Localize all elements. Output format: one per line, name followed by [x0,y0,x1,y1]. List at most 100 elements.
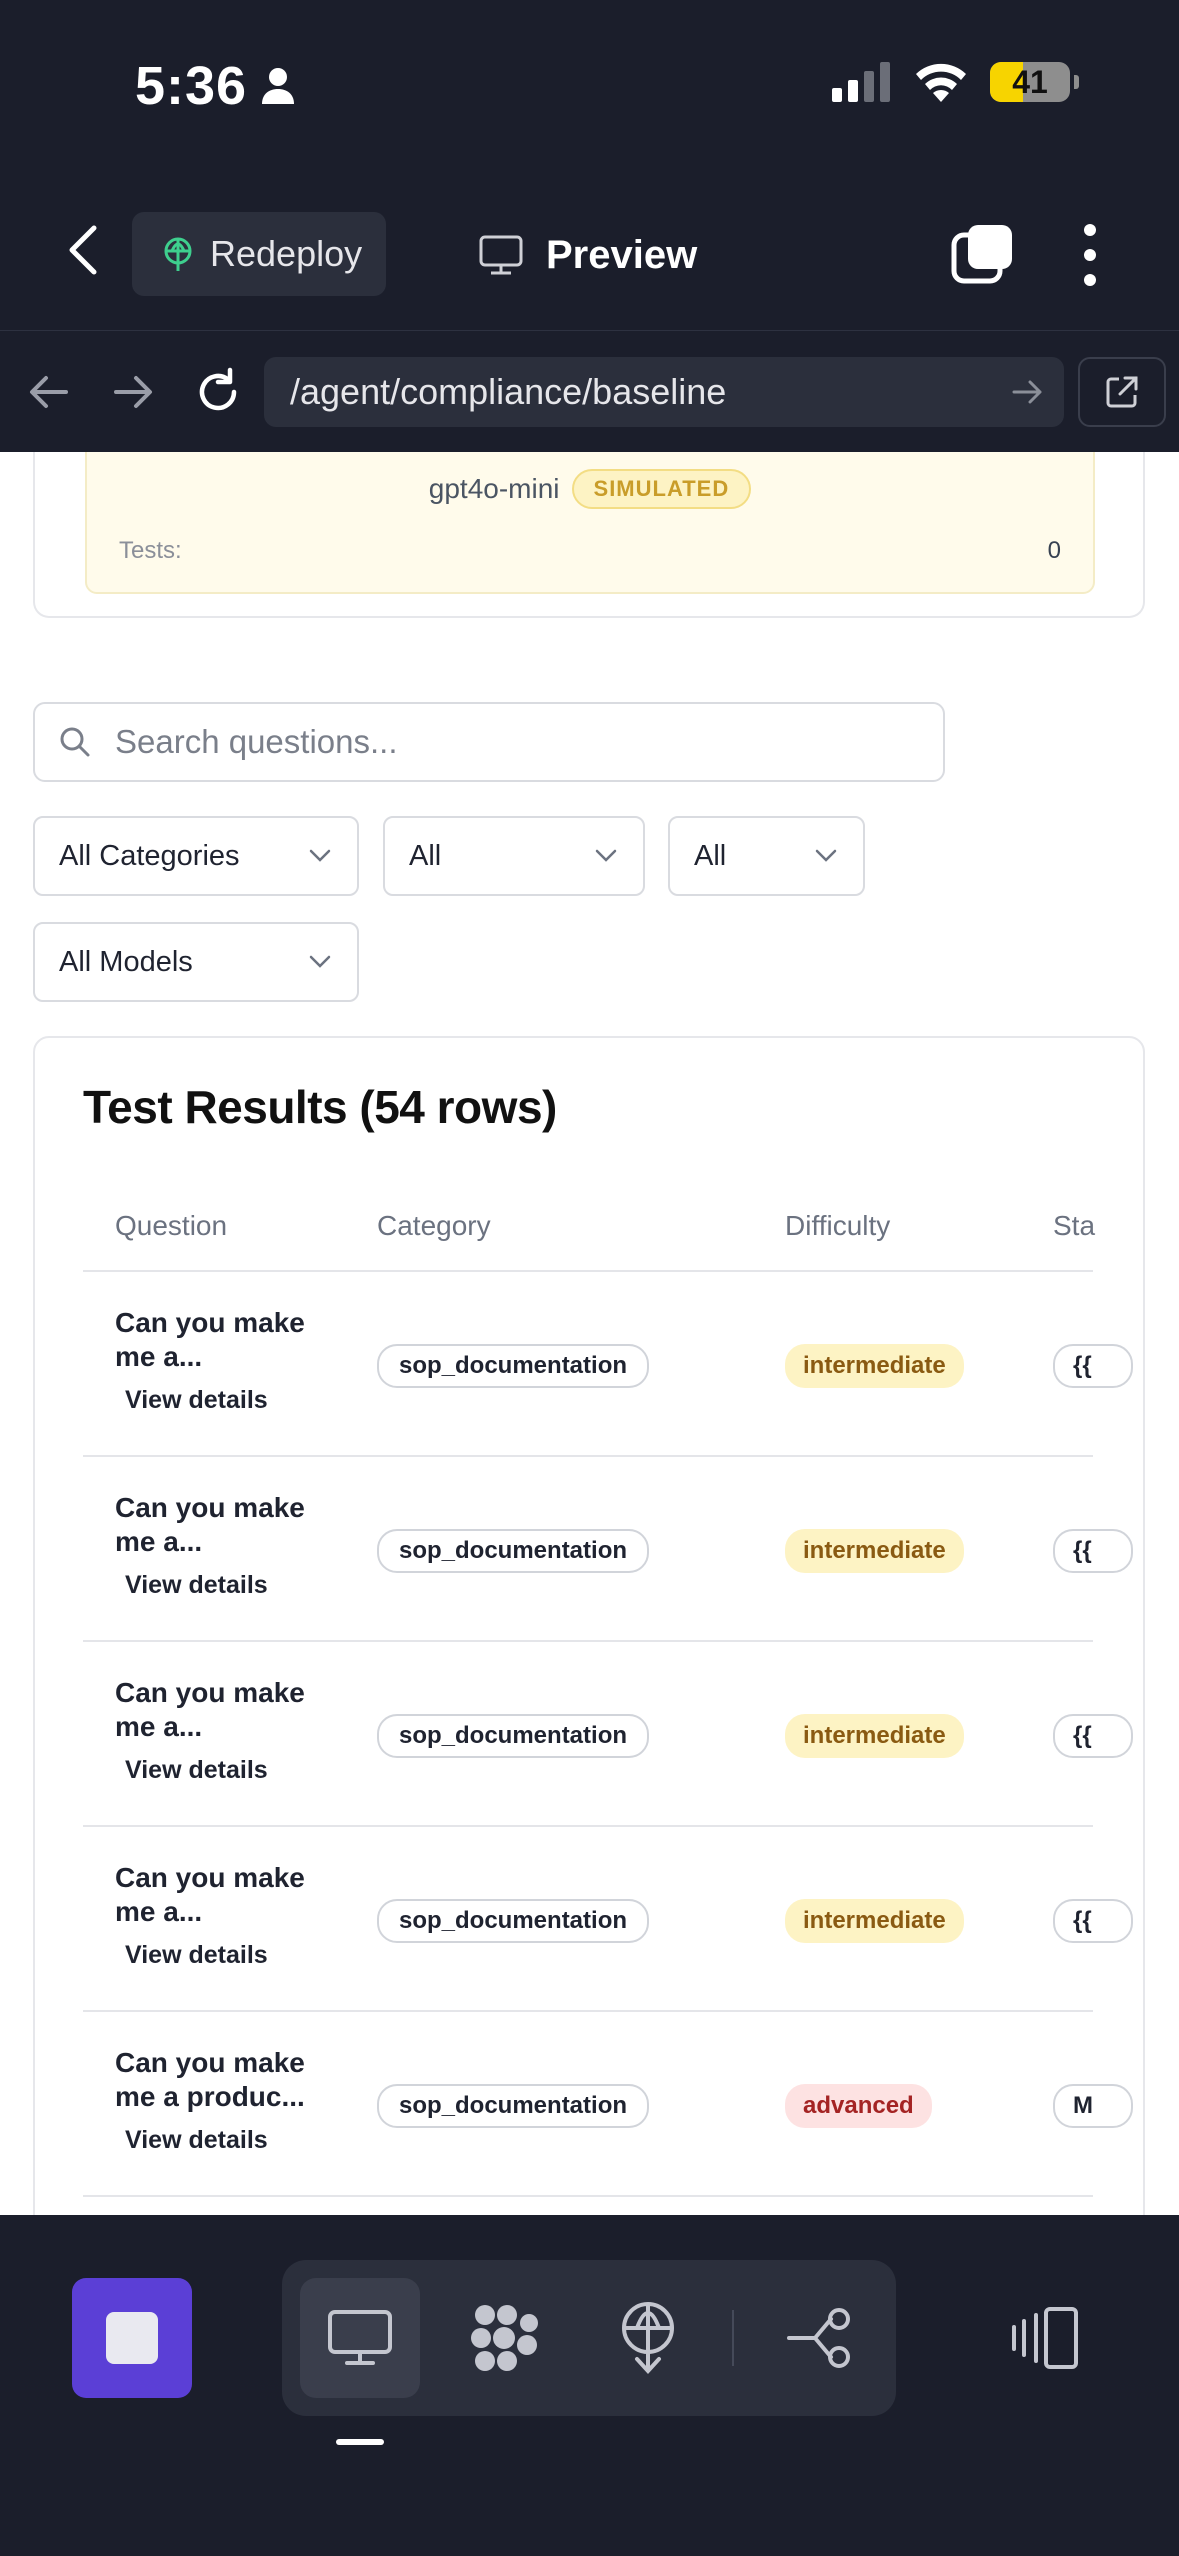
monitor-icon [479,235,523,275]
question-text: Can you make me a... [115,1307,305,1372]
status-filter-select[interactable]: All [668,816,865,896]
question-text: Can you make me a... [115,1492,305,1557]
redeploy-button[interactable]: Redeploy [132,212,386,296]
browser-back-icon[interactable] [22,364,78,420]
go-arrow-icon[interactable] [1008,373,1046,411]
preview-tab[interactable]: Preview [478,220,697,290]
difficulty-filter-label: All [409,839,442,872]
tabs-icon[interactable] [950,223,1014,285]
status-time: 5:36 [135,55,295,117]
workflow-view-button[interactable] [760,2278,880,2398]
status-pill: {{ [1053,1529,1133,1573]
chevron-down-icon [595,849,617,862]
difficulty-pill: intermediate [785,1714,964,1758]
results-title: Test Results (54 rows) [83,1081,557,1133]
back-chevron-icon[interactable] [60,220,110,280]
bottom-toolbar [0,2215,1179,2556]
deploy-icon [622,2302,674,2374]
redeploy-icon [164,237,192,271]
column-header-question[interactable]: Question [115,1210,227,1242]
status-pill: {{ [1053,1899,1133,1943]
model-filter-label: All Models [59,945,193,978]
difficulty-pill: intermediate [785,1529,964,1573]
reload-icon[interactable] [190,364,246,420]
browser-bar: /agent/compliance/baseline [0,330,1179,452]
table-header: Question Category Difficulty Sta [83,1190,1095,1272]
open-external-button[interactable] [1078,357,1166,427]
difficulty-pill: advanced [785,2084,932,2128]
search-icon [60,727,90,757]
column-header-difficulty[interactable]: Difficulty [785,1210,890,1242]
redeploy-label: Redeploy [210,233,363,274]
view-details-link[interactable]: View details [125,1756,268,1785]
stop-button[interactable] [72,2278,192,2398]
integrations-view-button[interactable] [444,2278,564,2398]
simulated-badge: SIMULATED [571,469,752,509]
search-input[interactable] [115,723,875,761]
more-vertical-icon[interactable] [1070,220,1110,290]
deploy-view-button[interactable] [588,2278,708,2398]
battery-icon: 41 [990,62,1070,102]
url-text: /agent/compliance/baseline [290,371,727,412]
puzzle-icon [471,2305,538,2371]
preview-view-button[interactable] [300,2278,420,2398]
tests-value: 0 [1047,537,1061,564]
status-pill: {{ [1053,1344,1133,1388]
category-pill: sop_documentation [377,1344,650,1388]
status-icons: 41 [832,62,1079,102]
view-details-link[interactable]: View details [125,1571,268,1600]
table-row[interactable]: Can you make me a... View details sop_do… [83,1827,1133,2012]
question-text: Can you make me a... [115,1677,305,1742]
category-filter-select[interactable]: All Categories [33,816,359,896]
column-header-category[interactable]: Category [377,1210,491,1242]
model-name-row: gpt4o-mini SIMULATED [87,469,1093,509]
view-details-link[interactable]: View details [125,2126,268,2155]
status-pill: M [1053,2084,1133,2128]
external-link-icon [1106,376,1138,408]
difficulty-pill: intermediate [785,1344,964,1388]
battery-level: 41 [1012,63,1048,100]
category-pill: sop_documentation [377,2084,650,2128]
clock-text: 5:36 [135,56,248,116]
results-table: Question Category Difficulty Sta Can you… [83,1190,1133,2197]
status-pill: {{ [1053,1714,1133,1758]
model-card: gpt4o-mini SIMULATED Tests: 0 [85,452,1095,594]
view-switcher [282,2260,896,2416]
layout-panels-icon[interactable] [1010,2305,1080,2371]
preview-label: Preview [546,232,698,277]
url-field[interactable]: /agent/compliance/baseline [264,357,1064,427]
category-pill: sop_documentation [377,1714,650,1758]
status-filter-label: All [694,839,727,872]
question-text: Can you make me a produc... [115,2047,305,2112]
table-row[interactable]: Can you make me a... View details sop_do… [83,1642,1133,1827]
category-pill: sop_documentation [377,1899,650,1943]
toolbar-divider [732,2310,734,2366]
view-details-link[interactable]: View details [125,1941,268,1970]
column-header-status[interactable]: Sta [1053,1210,1095,1242]
tests-label: Tests: [119,537,182,564]
web-content: gpt4o-mini SIMULATED Tests: 0 All Catego… [0,452,1179,2215]
wifi-icon [916,63,966,102]
test-results-card: Test Results (54 rows) Question Category… [33,1036,1145,2215]
signal-icon [832,62,890,102]
model-filter-select[interactable]: All Models [33,922,359,1002]
browser-forward-icon[interactable] [104,364,160,420]
chevron-down-icon [309,955,331,968]
table-row[interactable]: Can you make me a produc... View details… [83,2012,1133,2197]
question-text: Can you make me a... [115,1862,305,1927]
model-summary-panel: gpt4o-mini SIMULATED Tests: 0 [33,452,1145,618]
battery-tip [1074,75,1079,89]
active-tab-indicator [336,2439,384,2445]
table-row[interactable]: Can you make me a... View details sop_do… [83,1457,1133,1642]
difficulty-pill: intermediate [785,1899,964,1943]
person-icon [262,68,295,104]
difficulty-filter-select[interactable]: All [383,816,645,896]
chevron-down-icon [309,849,331,862]
stop-icon [106,2312,158,2364]
chevron-down-icon [815,849,837,862]
monitor-icon [328,2310,392,2365]
view-details-link[interactable]: View details [125,1386,268,1415]
table-row[interactable]: Can you make me a... View details sop_do… [83,1272,1133,1457]
status-bar: 5:36 41 [0,0,1179,175]
search-box[interactable] [33,702,945,782]
